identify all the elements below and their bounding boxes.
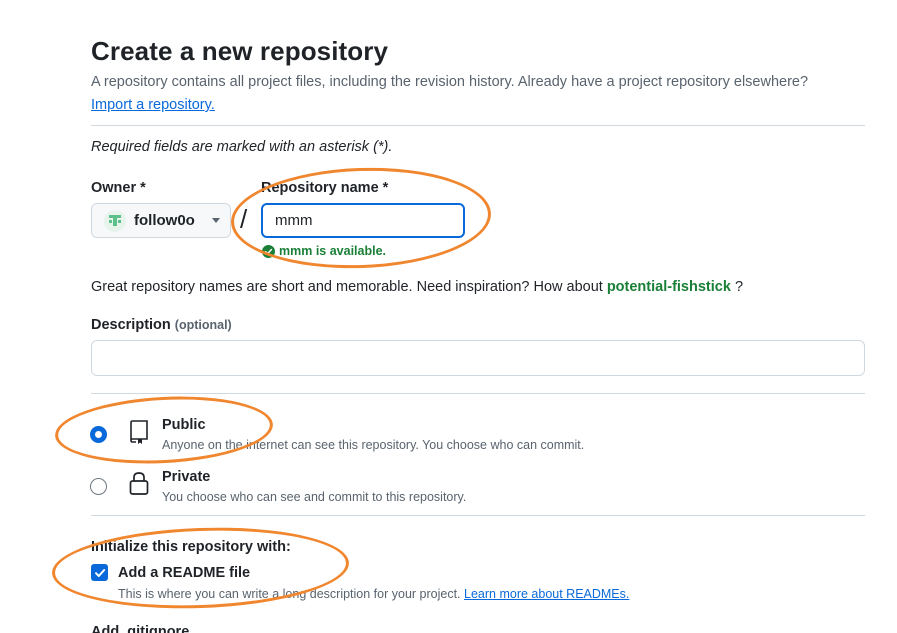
description-label-text: Description <box>91 317 171 333</box>
public-option-title: Public <box>162 417 206 433</box>
readme-label[interactable]: Add a README file <box>118 565 250 581</box>
private-radio[interactable] <box>90 478 107 495</box>
owner-value: follow0o <box>134 212 195 229</box>
description-input[interactable] <box>91 340 865 376</box>
availability-text: mmm is available. <box>279 244 387 258</box>
page-title: Create a new repository <box>91 36 389 66</box>
inspiration-suffix: ? <box>734 279 744 295</box>
suggested-name-link[interactable]: potential-fishstick <box>607 279 731 295</box>
readme-desc-text: This is where you can write a long descr… <box>118 587 461 601</box>
readme-description: This is where you can write a long descr… <box>118 587 629 601</box>
description-label: Description (optional) <box>91 317 232 333</box>
private-option-title: Private <box>162 469 211 485</box>
divider <box>91 515 865 516</box>
lock-icon <box>129 472 149 495</box>
owner-repo-separator: / <box>240 204 248 234</box>
page-subtitle: A repository contains all project files,… <box>91 74 809 90</box>
check-circle-icon <box>262 244 275 258</box>
divider <box>91 125 865 126</box>
import-repository-link[interactable]: Import a repository. <box>91 97 215 113</box>
name-inspiration: Great repository names are short and mem… <box>91 279 743 295</box>
availability-status: mmm is available. <box>262 244 386 258</box>
learn-more-readmes-link[interactable]: Learn more about READMEs. <box>464 587 629 601</box>
repo-name-label: Repository name * <box>261 180 389 196</box>
public-option-desc: Anyone on the internet can see this repo… <box>162 438 585 452</box>
chevron-down-icon <box>212 218 220 223</box>
identicon-icon <box>104 209 126 232</box>
repo-icon <box>130 420 148 444</box>
private-option-desc: You choose who can see and commit to thi… <box>162 490 467 504</box>
public-radio[interactable] <box>90 426 107 443</box>
divider <box>91 393 865 394</box>
initialize-label: Initialize this repository with: <box>91 539 291 555</box>
readme-checkbox[interactable] <box>91 564 108 581</box>
optional-tag: (optional) <box>174 318 232 332</box>
check-icon <box>94 568 105 577</box>
repo-name-input[interactable] <box>261 203 465 238</box>
owner-select[interactable]: follow0o <box>91 203 231 238</box>
required-fields-note: Required fields are marked with an aster… <box>91 139 393 155</box>
gitignore-label: Add .gitignore <box>91 624 190 633</box>
owner-label: Owner * <box>91 180 146 196</box>
inspiration-text: Great repository names are short and mem… <box>91 279 603 295</box>
